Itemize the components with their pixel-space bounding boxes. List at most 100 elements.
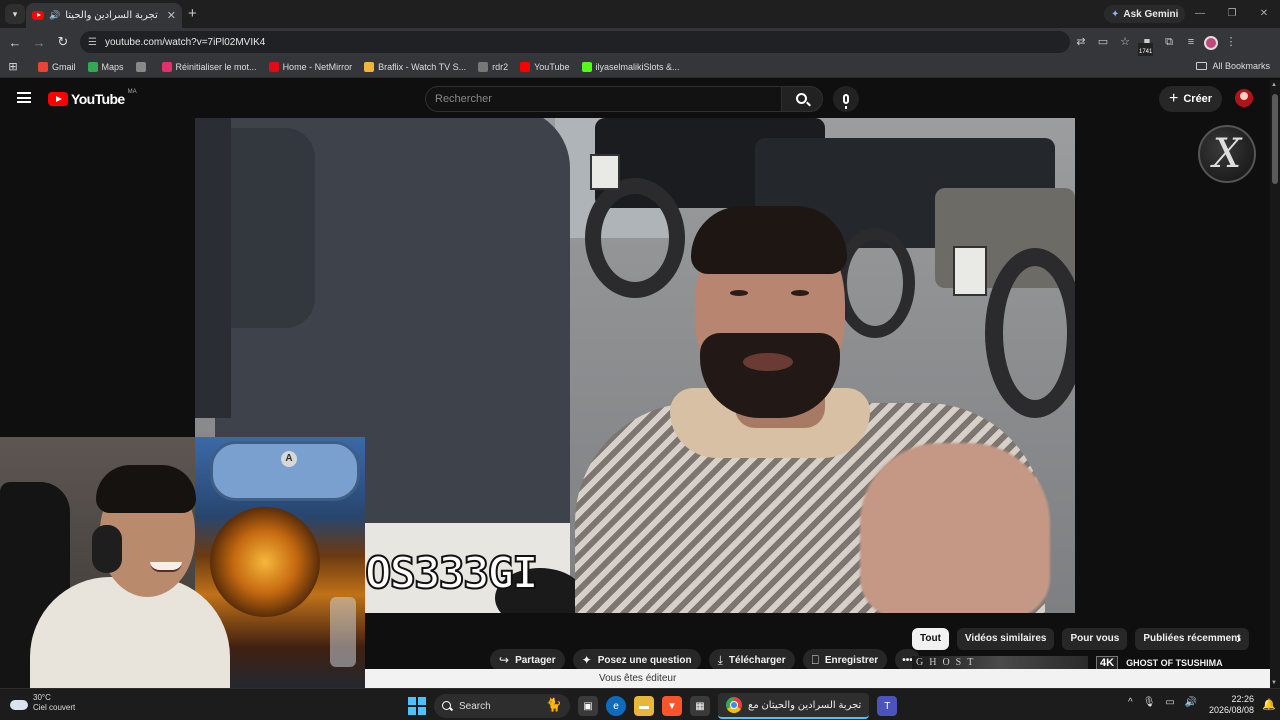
all-bookmarks-label: All Bookmarks <box>1212 61 1270 71</box>
forward-arrow-icon[interactable]: → <box>27 35 51 50</box>
scrollbar-thumb[interactable] <box>1272 94 1278 184</box>
bookmark-favicon-icon <box>161 61 172 72</box>
fire-artwork <box>210 507 320 617</box>
related-title: GHOST OF TSUSHIMA <box>1126 658 1223 668</box>
jacket-shadow <box>195 118 231 418</box>
bookmark-label: ilyaselmalikiSlots &... <box>595 61 680 72</box>
editor-notice-bar: Vous êtes éditeur <box>365 669 1270 688</box>
filter-chip[interactable]: Pour vous <box>1062 628 1128 650</box>
system-tray: ^ 🎙 ▭ 🔊 <box>1128 697 1197 708</box>
address-bar[interactable]: ☰ youtube.com/watch?v=7iPl02MVIK4 <box>80 31 1070 53</box>
tab-search-button[interactable]: ▾ <box>5 4 25 24</box>
hair <box>691 206 847 274</box>
restore-icon[interactable]: ❐ <box>1216 0 1248 28</box>
related-video[interactable]: GHOST 4K GHOST OF TSUSHIMA <box>912 656 1242 670</box>
toolbar-actions: ⇄ ▭ ☆ ■ 1741 ⧉ ≡ ⋮ <box>1072 33 1240 61</box>
action-label: Partager <box>515 654 556 666</box>
network-icon[interactable]: ▭ <box>1165 697 1174 708</box>
folder-icon <box>1196 62 1208 70</box>
bookmark-item[interactable]: Home - NetMirror <box>268 61 353 72</box>
taskbar-chrome-window[interactable]: تجربة السرادين والحيتان مع <box>718 693 870 719</box>
minimize-icon[interactable]: — <box>1184 0 1216 28</box>
extensions-puzzle-icon[interactable]: ⧉ <box>1160 33 1178 51</box>
microphone-icon <box>843 94 849 109</box>
account-avatar[interactable] <box>1235 89 1253 107</box>
chevron-right-icon[interactable]: › <box>1236 630 1241 648</box>
teams-icon[interactable]: T <box>877 696 898 716</box>
filter-chip[interactable]: Vidéos similaires <box>956 628 1055 650</box>
brave-icon[interactable]: ▼ <box>662 696 682 716</box>
filter-chip[interactable]: Tout <box>912 628 949 650</box>
youtube-logo[interactable]: YouTube MA <box>48 89 137 107</box>
bookmark-label: Home - NetMirror <box>282 61 353 72</box>
voice-search-button[interactable] <box>833 86 859 112</box>
url-text: youtube.com/watch?v=7iPl02MVIK4 <box>104 36 266 48</box>
taskbar-search[interactable]: Search 🐈 <box>434 694 570 718</box>
action-button[interactable]: ⤓ Télécharger <box>708 649 795 671</box>
notification-bell-icon[interactable]: 🔔 <box>1262 698 1276 711</box>
reload-icon[interactable]: ↻ <box>51 34 75 50</box>
windows-taskbar: 30°C Ciel couvert Search 🐈 ▣ e ▬ ▼ ▦ تجر… <box>0 688 1280 720</box>
action-button[interactable]: ⎕ Enregistrer <box>802 649 888 671</box>
volume-icon[interactable]: 🔊 <box>1185 697 1197 708</box>
page-scrollbar[interactable]: ▲ ▼ <box>1270 80 1280 688</box>
motorcycle-wheel <box>835 228 915 338</box>
more-menu-icon[interactable]: ⋮ <box>1222 33 1240 51</box>
youtube-masthead: YouTube MA + Créer <box>0 80 1270 118</box>
ask-gemini-button[interactable]: ✦ Ask Gemini <box>1104 5 1186 23</box>
bookmark-star-icon[interactable]: ☆ <box>1116 33 1134 51</box>
bookmarks-bar: ⊞ Gmail Maps Réinitialiser le mot... Home -… <box>0 56 1280 78</box>
site-info-icon[interactable]: ☰ <box>88 37 97 48</box>
eye <box>791 290 809 296</box>
weather-widget[interactable]: 30°C Ciel couvert <box>10 693 75 713</box>
bookmark-item[interactable] <box>135 61 150 72</box>
license-plate <box>953 246 987 296</box>
calculator-icon[interactable]: ▦ <box>690 696 710 716</box>
all-bookmarks-button[interactable]: All Bookmarks <box>1196 61 1270 71</box>
youtube-favicon-icon <box>32 11 44 20</box>
browser-tab-active[interactable]: 🔊 تجربة السرادين والحيتان مع ✕ <box>26 3 182 28</box>
back-arrow-icon[interactable]: ← <box>3 35 27 50</box>
bookmark-item[interactable]: Gmail <box>38 61 76 72</box>
action-button[interactable]: ✦ Posez une question <box>572 649 701 671</box>
tray-chevron-up-icon[interactable]: ^ <box>1128 697 1133 708</box>
edge-icon[interactable]: e <box>606 696 626 716</box>
license-plate <box>590 154 620 190</box>
close-window-icon[interactable]: ✕ <box>1248 0 1280 28</box>
create-button[interactable]: + Créer <box>1159 86 1223 112</box>
bookmark-item[interactable]: Réinitialiser le mot... <box>161 61 257 72</box>
bookmark-item[interactable]: rdr2 <box>478 61 508 72</box>
taskbar-clock[interactable]: 22:26 2026/08/08 <box>1206 694 1254 716</box>
windows-start-icon[interactable] <box>408 697 426 715</box>
action-label: Télécharger <box>728 654 786 666</box>
filter-chip[interactable]: Publiées récemment <box>1135 628 1249 650</box>
apps-grid-icon[interactable]: ⊞ <box>0 60 26 73</box>
sparkle-icon: ✦ <box>581 653 592 667</box>
reading-list-icon[interactable]: ≡ <box>1182 33 1200 51</box>
file-explorer-icon[interactable]: ▬ <box>634 696 654 716</box>
search-button[interactable] <box>781 86 823 112</box>
bookmark-item[interactable]: Braflix - Watch TV S... <box>364 61 466 72</box>
scroll-up-arrow-icon[interactable]: ▲ <box>1271 82 1277 88</box>
clock-time: 22:26 <box>1231 694 1254 704</box>
action-button[interactable]: ↪ Partager <box>490 649 565 671</box>
tray-microphone-icon[interactable]: 🎙 <box>1143 697 1156 708</box>
bookmark-item[interactable]: Maps <box>87 61 124 72</box>
taskbar-search-label: Search <box>459 700 491 712</box>
task-view-icon[interactable]: ▣ <box>578 696 598 716</box>
scroll-down-arrow-icon[interactable]: ▼ <box>1271 680 1277 686</box>
new-tab-button[interactable]: + <box>188 5 197 22</box>
extension-icon[interactable]: ■ 1741 <box>1138 33 1156 61</box>
motorcycle-wheel <box>585 178 685 298</box>
close-tab-icon[interactable]: ✕ <box>167 9 176 22</box>
search-input[interactable] <box>425 86 781 112</box>
profile-avatar[interactable] <box>1204 36 1218 50</box>
menu-icon[interactable] <box>17 92 31 103</box>
speaker-icon[interactable]: 🔊 <box>49 10 60 21</box>
bookmark-item[interactable]: ilyaselmalikiSlots &... <box>581 61 680 72</box>
bookmark-item[interactable]: YouTube <box>520 61 570 72</box>
streamer-hair <box>96 465 196 513</box>
cast-icon[interactable]: ▭ <box>1094 33 1112 51</box>
translate-icon[interactable]: ⇄ <box>1072 33 1090 51</box>
tab-title: تجربة السرادين والحيتان مع <box>65 10 158 21</box>
